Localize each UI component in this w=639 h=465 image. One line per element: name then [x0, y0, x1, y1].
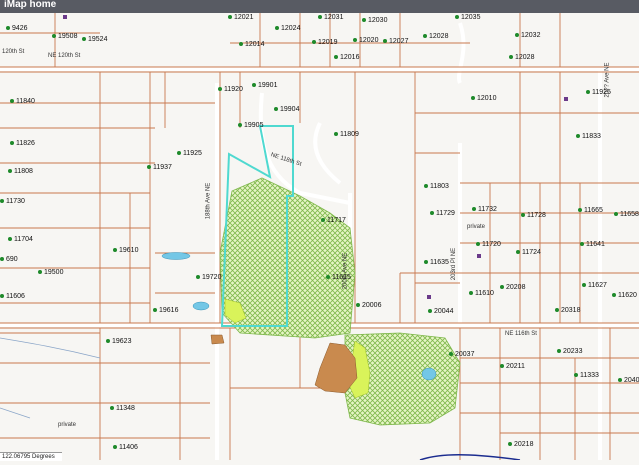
parcel-label[interactable]: 12028	[423, 33, 448, 40]
parcel-label[interactable]: 20044	[428, 308, 453, 315]
river-line	[419, 454, 521, 461]
parcel-label[interactable]: 20037	[449, 351, 474, 358]
parcel-label[interactable]: 20208	[500, 284, 525, 291]
parcel-label[interactable]: 20318	[555, 307, 580, 314]
marker-square[interactable]	[63, 15, 67, 19]
parcel-label[interactable]: 12030	[362, 17, 387, 24]
parcel-label[interactable]: 19500	[38, 269, 63, 276]
parcel-label[interactable]: 20211	[500, 363, 525, 370]
street-label-private: private	[467, 224, 486, 230]
parcel-label[interactable]: 11720	[476, 241, 501, 248]
parcel-label[interactable]: 11620	[612, 292, 637, 299]
parcel-label[interactable]: 19904	[274, 106, 299, 113]
orange-parcels	[210, 334, 358, 394]
parcel-label[interactable]: 9426	[6, 25, 28, 32]
parcel-label[interactable]: 11704	[8, 236, 33, 243]
parcel-label[interactable]: 12014	[239, 41, 264, 48]
parcel-label[interactable]: 11717	[321, 217, 346, 224]
marker-square[interactable]	[427, 295, 431, 299]
parcel-label[interactable]: 12019	[312, 39, 337, 46]
parcel-label[interactable]: 11809	[334, 131, 359, 138]
parcel-label[interactable]: 11826	[10, 140, 35, 147]
parcel-label[interactable]: 11803	[424, 183, 449, 190]
parcel-label[interactable]: 12028	[509, 54, 534, 61]
parcel-label[interactable]: 11641	[580, 241, 605, 248]
parcel-label[interactable]: 12035	[455, 14, 480, 21]
parcel-label[interactable]: 20006	[356, 302, 381, 309]
parcel-label[interactable]: 11925	[177, 150, 202, 157]
marker-square[interactable]	[564, 97, 568, 101]
parcel-label[interactable]: 19524	[82, 36, 107, 43]
street-label-200th-ave-ne: 200th Ave NE	[342, 252, 349, 290]
parcel-label[interactable]: 11635	[424, 259, 449, 266]
map-graphics	[0, 13, 639, 461]
parcel-label[interactable]: 20233	[557, 348, 582, 355]
parcel-label[interactable]: 12032	[515, 32, 540, 39]
parcel-label[interactable]: 11665	[578, 207, 603, 214]
parcel-label[interactable]: 11615	[326, 274, 351, 281]
parcel-label[interactable]: 11840	[10, 98, 35, 105]
parcel-label[interactable]: 11728	[521, 212, 546, 219]
parcel-label[interactable]: 12010	[471, 95, 496, 102]
parcel-label[interactable]: 11627	[582, 282, 607, 289]
parcel-label[interactable]: 19623	[106, 338, 131, 345]
parcel-label[interactable]: 11406	[113, 444, 138, 451]
parcel-label[interactable]: 19508	[52, 33, 77, 40]
parcel-label[interactable]: 11730	[0, 198, 25, 205]
parcel-label[interactable]: 12021	[228, 14, 253, 21]
parcel-label[interactable]: 11724	[516, 249, 541, 256]
parcel-label[interactable]: 11729	[430, 210, 455, 217]
street-label-120th-st: 120th St	[2, 49, 25, 55]
street-label-ne-120th-st: NE 120th St	[48, 53, 81, 59]
street-label-203rd-pl-ne: 203rd Pl NE	[451, 247, 458, 281]
marker-square[interactable]	[477, 254, 481, 258]
parcel-label[interactable]: 11732	[472, 206, 497, 213]
parcel-label[interactable]: 11658	[614, 211, 639, 218]
stream-lines	[0, 337, 101, 419]
parcel-label[interactable]: 12016	[334, 54, 359, 61]
parcel-label[interactable]: 11937	[147, 164, 172, 171]
parcel-label[interactable]: 11925	[586, 89, 611, 96]
parcel-label[interactable]: 11348	[110, 405, 135, 412]
street-label-ne-116th-st: NE 116th St	[505, 331, 537, 337]
street-label-188th-ave-ne: 188th Ave NE	[205, 182, 212, 220]
parcel-label[interactable]: 2040	[618, 377, 639, 384]
parcel-label[interactable]: 12031	[318, 14, 343, 21]
parcel-label[interactable]: 12020	[353, 37, 378, 44]
top-bar: iMap home	[0, 0, 639, 13]
parcel-label[interactable]: 11333	[574, 372, 599, 379]
parcel-label[interactable]: 19616	[153, 307, 178, 314]
street-label-private: private	[58, 422, 77, 428]
parcel-label[interactable]: 12027	[383, 38, 408, 45]
parcel-label[interactable]: 11920	[218, 86, 243, 93]
parcel-label[interactable]: 12024	[275, 25, 300, 32]
parcel-label[interactable]: 690	[0, 256, 18, 263]
parcel-label[interactable]: 20218	[508, 441, 533, 448]
parcel-label[interactable]: 11606	[0, 293, 25, 300]
parcel-label[interactable]: 19901	[252, 82, 277, 89]
parcel-label[interactable]: 19720	[196, 274, 221, 281]
map-canvas[interactable]: 120th St NE 120th St NE 118th St 188th A…	[0, 13, 639, 461]
parcel-label[interactable]: 19905	[238, 122, 263, 129]
parcel-label[interactable]: 11610	[469, 290, 494, 297]
parcel-label[interactable]: 19610	[113, 247, 138, 254]
app-title[interactable]: iMap home	[4, 0, 56, 10]
parcel-label[interactable]: 11808	[8, 168, 33, 175]
parcel-label[interactable]: 11833	[576, 133, 601, 140]
